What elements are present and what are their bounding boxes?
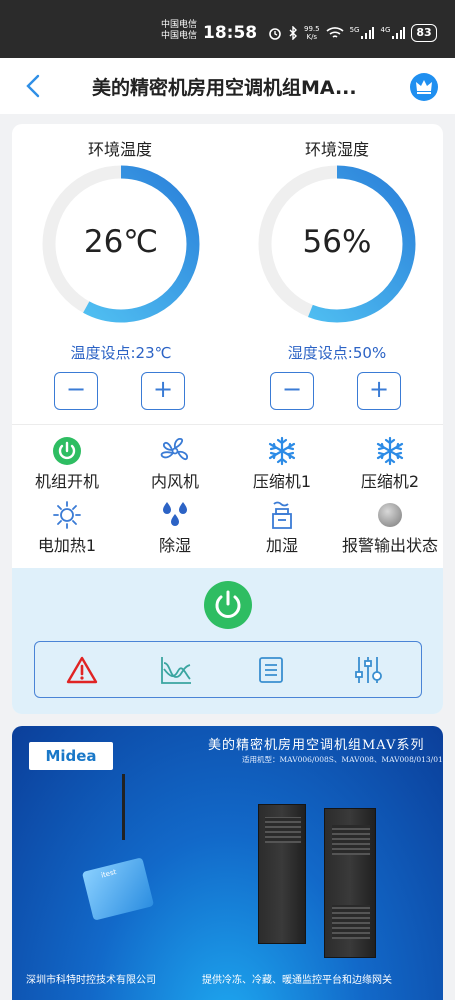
ac-unit-right-image <box>324 808 376 958</box>
trend-chart-icon[interactable] <box>159 655 193 685</box>
power-on-icon <box>53 437 81 465</box>
status-label: 压缩机2 <box>360 472 420 491</box>
gateway-brand: itest <box>100 868 118 880</box>
signal-1-label: 5G <box>349 26 360 34</box>
humidity-value: 56% <box>302 224 372 260</box>
nav-bar: 美的精密机房用空调机组MA... <box>0 58 455 114</box>
status-indoor-fan: 内风机 <box>120 436 230 492</box>
signal-bars-icon <box>361 27 375 39</box>
ac-unit-left-image <box>258 804 306 944</box>
signal-bars-icon <box>392 27 406 39</box>
humidity-increase-button[interactable]: + <box>357 372 401 410</box>
status-label: 机组开机 <box>34 472 99 491</box>
humidity-label: 环境湿度 <box>304 140 369 159</box>
status-dehumidify: 除湿 <box>120 500 230 556</box>
promo-banner: Midea 美的精密机房用空调机组MAV系列 适用机型：MAV006/008S、… <box>12 726 443 1000</box>
water-drops-icon <box>163 502 187 526</box>
status-compressor-1: 压缩机1 <box>227 436 337 492</box>
alarm-status-dot-icon <box>378 503 402 527</box>
status-icons: 99.5 K/s 5G 4G 83 <box>268 22 437 44</box>
status-label: 除湿 <box>158 536 191 555</box>
wifi-icon <box>326 27 344 38</box>
list-icon[interactable] <box>254 655 288 685</box>
vent <box>265 817 301 843</box>
net-speed-value: 99.5 <box>304 25 320 33</box>
gateway-device-image: itest <box>81 857 155 921</box>
power-icon <box>215 590 241 618</box>
status-bar: 中国电信 中国电信 18:58 99.5 K/s 5G 4G 83 <box>0 0 455 58</box>
snowflake-icon <box>268 436 296 466</box>
status-unit-power: 机组开机 <box>12 436 122 492</box>
status-label: 压缩机1 <box>252 472 312 491</box>
status-label: 加湿 <box>265 536 298 555</box>
signal-2-label: 4G <box>380 26 391 34</box>
banner-footer-right: 提供冷冻、冷藏、暖通监控平台和边缘网关 <box>202 975 392 986</box>
midea-logo: Midea <box>29 742 113 770</box>
humidity-decrease-button[interactable]: − <box>270 372 314 410</box>
temperature-value: 26℃ <box>83 224 159 260</box>
carrier-names: 中国电信 中国电信 <box>161 20 197 42</box>
banner-subtitle: 适用机型：MAV006/008S、MAV008、MAV008/013/018T <box>242 755 443 764</box>
banner-title: 美的精密机房用空调机组MAV系列 <box>208 738 425 753</box>
battery-indicator: 83 <box>411 24 437 42</box>
antenna-image <box>122 774 125 840</box>
humidifier-icon <box>272 501 292 529</box>
settings-sliders-icon[interactable] <box>351 655 385 685</box>
fan-icon <box>160 437 189 461</box>
toolbar <box>34 641 422 698</box>
warning-icon[interactable] <box>65 655 99 685</box>
vent <box>332 905 370 939</box>
signal-1: 5G <box>350 26 375 40</box>
crown-glyph <box>416 80 432 94</box>
alarm-clock-icon <box>269 28 281 40</box>
sun-heater-icon <box>53 501 81 529</box>
status-label: 电加热1 <box>37 536 97 555</box>
status-alarm-output: 报警输出状态 <box>335 500 443 556</box>
vent <box>332 825 370 855</box>
temperature-increase-button[interactable]: + <box>141 372 185 410</box>
humidity-setpoint: 湿度设点:50% <box>287 344 387 362</box>
status-label: 报警输出状态 <box>341 536 438 555</box>
signal-2: 4G <box>380 26 406 40</box>
status-humidify: 加湿 <box>227 500 337 556</box>
crown-icon[interactable] <box>410 73 438 101</box>
carrier-1: 中国电信 <box>161 20 198 30</box>
temperature-decrease-button[interactable]: − <box>54 372 98 410</box>
status-time: 18:58 <box>203 23 258 43</box>
banner-footer-left: 深圳市科特时控技术有限公司 <box>26 975 156 986</box>
temperature-setpoint: 温度设点:23℃ <box>70 344 172 362</box>
page-title: 美的精密机房用空调机组MA... <box>92 77 357 99</box>
chevron-left-icon[interactable] <box>22 72 46 100</box>
net-speed-unit: K/s <box>306 33 318 41</box>
divider <box>12 424 443 425</box>
status-compressor-2: 压缩机2 <box>335 436 443 492</box>
net-speed: 99.5 K/s <box>304 25 320 41</box>
carrier-2: 中国电信 <box>161 31 198 41</box>
temperature-label: 环境温度 <box>87 140 152 159</box>
status-label: 内风机 <box>150 472 199 491</box>
status-electric-heater-1: 电加热1 <box>12 500 122 556</box>
power-button[interactable] <box>204 581 252 629</box>
device-card: 环境温度 26℃ 温度设点:23℃ − + 环境湿度 56% 湿度设点:50% … <box>12 124 443 714</box>
bluetooth-icon <box>289 26 297 40</box>
snowflake-icon <box>376 436 404 466</box>
control-panel <box>12 568 443 714</box>
